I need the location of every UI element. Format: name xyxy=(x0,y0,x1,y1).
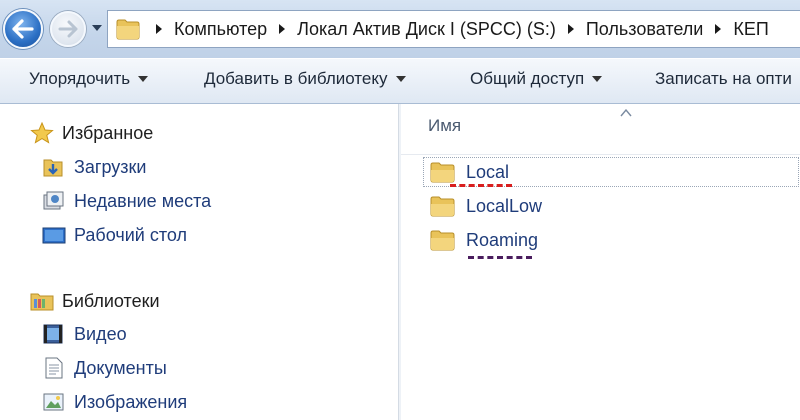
folder-icon xyxy=(430,229,456,251)
nav-item-recent-places[interactable]: Недавние места xyxy=(42,190,211,212)
libraries-icon xyxy=(30,290,54,312)
folder-icon xyxy=(116,19,140,40)
file-row-local[interactable]: Local xyxy=(423,157,799,187)
navigation-pane: Избранное Загрузки Недавние места Рабочи… xyxy=(0,104,398,420)
nav-item-label: Недавние места xyxy=(74,190,212,211)
address-box[interactable]: Компьютер Локал Актив Диск I (SPCC) (S:)… xyxy=(107,10,800,48)
nav-item-label: Изображения xyxy=(74,391,188,412)
folder-icon xyxy=(430,195,456,217)
breadcrumb-item[interactable]: Компьютер xyxy=(174,19,267,40)
purple-dashed-underline xyxy=(468,256,532,259)
burn-button[interactable]: Записать на опти xyxy=(655,69,792,89)
breadcrumb-separator-icon[interactable] xyxy=(156,24,162,34)
breadcrumb-item[interactable]: Пользователи xyxy=(586,19,703,40)
nav-item-label: Видео xyxy=(74,323,127,344)
desktop-icon xyxy=(42,224,66,246)
share-button[interactable]: Общий доступ xyxy=(470,69,603,89)
add-to-library-button[interactable]: Добавить в библиотеку xyxy=(204,69,406,89)
back-button[interactable] xyxy=(3,9,43,49)
nav-item-video[interactable]: Видео xyxy=(42,323,127,345)
nav-item-pictures[interactable]: Изображения xyxy=(42,391,187,413)
red-dashed-underline xyxy=(450,184,512,187)
chevron-down-icon xyxy=(592,76,603,82)
nav-group-label: Библиотеки xyxy=(62,290,160,311)
file-row-roaming[interactable]: Roaming xyxy=(424,225,800,255)
organize-label: Упорядочить xyxy=(29,69,131,88)
breadcrumb-item[interactable]: Локал Актив Диск I (SPCC) (S:) xyxy=(297,19,556,40)
column-header-name[interactable]: Имя xyxy=(428,116,461,136)
nav-item-downloads[interactable]: Загрузки xyxy=(42,156,146,178)
recent-places-icon xyxy=(42,190,66,212)
file-row-locallow[interactable]: LocalLow xyxy=(424,191,800,221)
sort-ascending-icon xyxy=(620,109,632,117)
breadcrumb-separator-icon[interactable] xyxy=(715,24,722,34)
nav-group-label: Избранное xyxy=(62,122,154,143)
file-name: LocalLow xyxy=(466,195,543,216)
chevron-down-icon xyxy=(395,76,406,82)
column-header-divider xyxy=(401,154,800,155)
nav-item-label: Рабочий стол xyxy=(74,224,187,245)
documents-library-icon xyxy=(42,357,66,379)
chevron-down-icon xyxy=(138,76,149,82)
nav-group-favorites[interactable]: Избранное xyxy=(30,121,154,144)
nav-item-label: Документы xyxy=(74,357,167,378)
nav-item-documents[interactable]: Документы xyxy=(42,357,167,379)
share-label: Общий доступ xyxy=(470,69,585,88)
recent-pages-dropdown-icon[interactable] xyxy=(91,24,103,32)
star-icon xyxy=(30,121,54,144)
file-list-pane: Имя Local LocalLow Roaming xyxy=(401,104,800,420)
back-arrow-icon xyxy=(12,19,34,39)
add-to-library-label: Добавить в библиотеку xyxy=(204,69,388,88)
breadcrumb-separator-icon[interactable] xyxy=(279,24,286,34)
breadcrumb-separator-icon[interactable] xyxy=(567,24,574,34)
nav-item-label: Загрузки xyxy=(74,156,147,177)
address-bar-row: Компьютер Локал Актив Диск I (SPCC) (S:)… xyxy=(0,0,800,58)
folder-icon xyxy=(430,161,456,183)
video-library-icon xyxy=(42,323,66,345)
command-bar: Упорядочить Добавить в библиотеку Общий … xyxy=(0,58,800,104)
burn-label: Записать на опти xyxy=(655,69,792,88)
nav-item-desktop[interactable]: Рабочий стол xyxy=(42,224,187,246)
breadcrumb-item[interactable]: КЕП xyxy=(733,19,768,40)
file-name: Local xyxy=(466,161,510,182)
nav-group-libraries[interactable]: Библиотеки xyxy=(30,290,160,312)
forward-arrow-icon xyxy=(58,20,78,38)
breadcrumb: Компьютер Локал Актив Диск I (SPCC) (S:)… xyxy=(152,19,777,40)
forward-button[interactable] xyxy=(50,11,86,47)
downloads-folder-icon xyxy=(42,156,66,178)
organize-button[interactable]: Упорядочить xyxy=(29,69,149,89)
pictures-library-icon xyxy=(42,391,66,413)
file-name: Roaming xyxy=(466,229,539,250)
